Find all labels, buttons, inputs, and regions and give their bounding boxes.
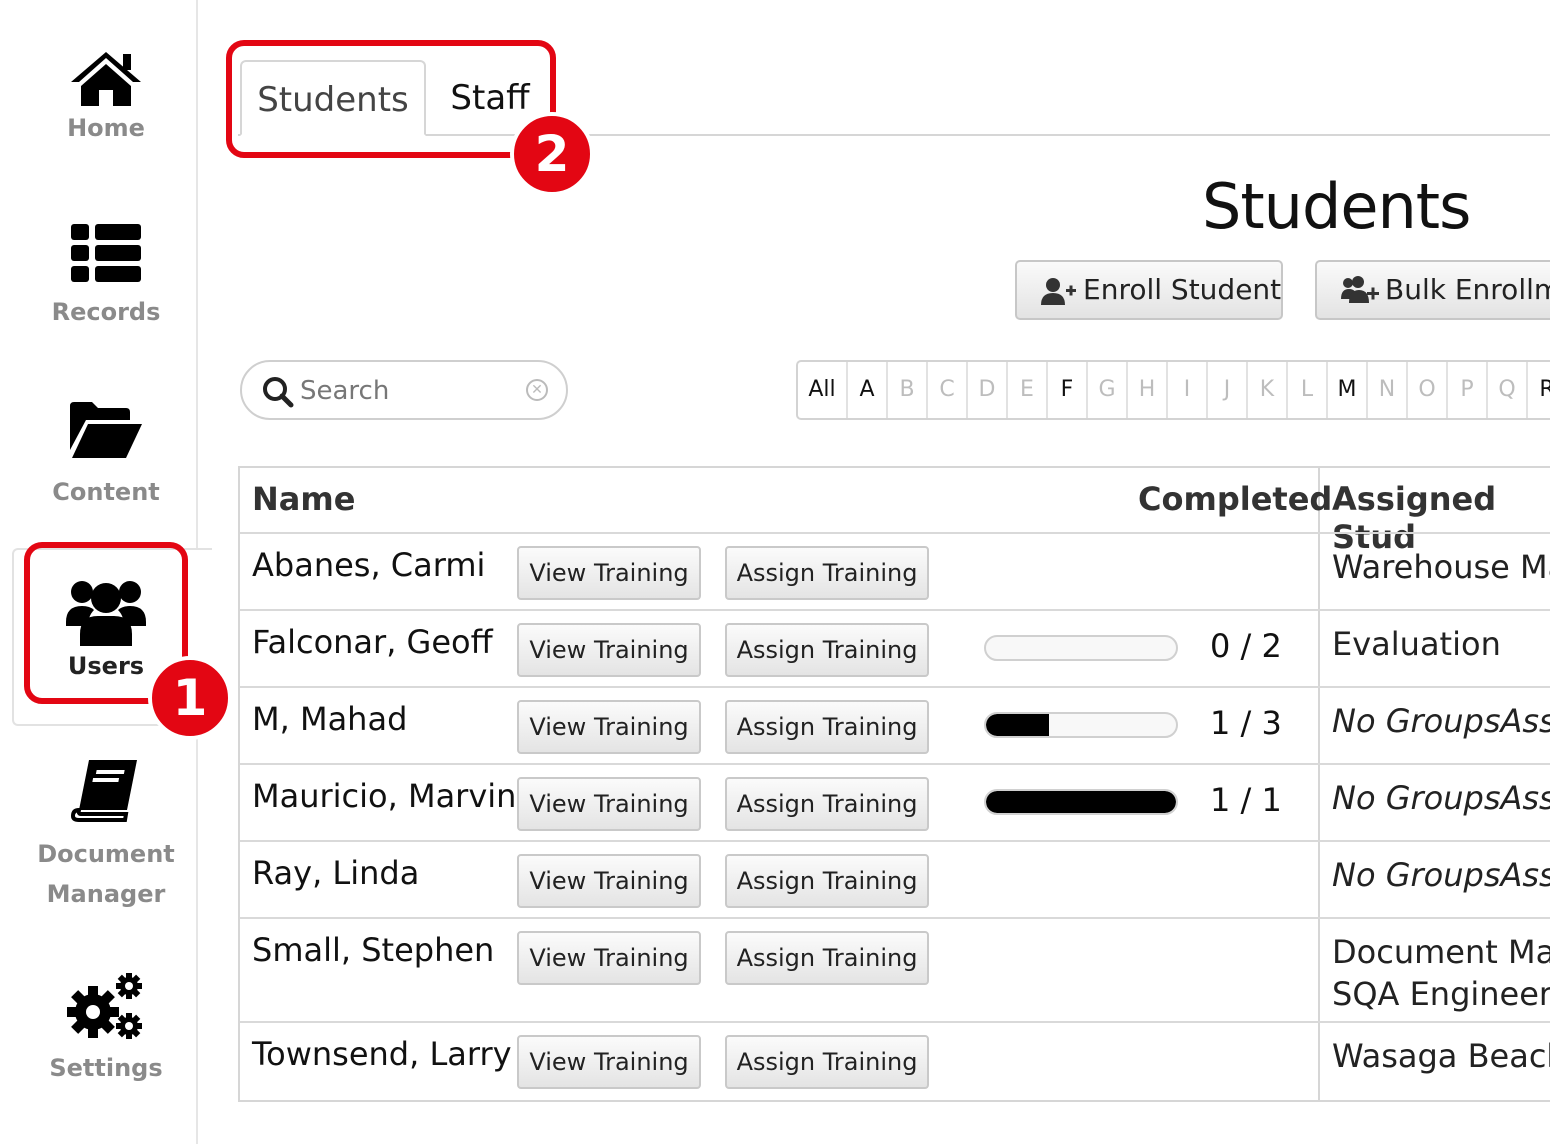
student-name: Ray, Linda [252,854,420,892]
sidebar-item-label: Records [51,298,161,326]
assigned-group: Document Mar [1332,933,1550,971]
student-name: M, Mahad [252,700,408,738]
sidebar-item-label: Settings [49,1054,163,1082]
enroll-student-button[interactable]: Enroll Student [1015,260,1283,320]
column-separator [1318,466,1320,1102]
alphabet-letter-i[interactable]: I [1168,362,1208,418]
callout-badge-1: 1 [148,656,232,740]
assigned-group: No GroupsAssig [1332,856,1550,894]
row-divider [240,840,1550,842]
progress-bar [984,789,1178,815]
alphabet-letter-p[interactable]: P [1448,362,1488,418]
alphabet-letter-m[interactable]: M [1328,362,1368,418]
progress-bar-fill [986,791,1176,813]
student-name: Townsend, Larry [252,1035,512,1073]
alphabet-letter-e[interactable]: E [1008,362,1048,418]
progress-bar [984,635,1178,661]
view-training-button[interactable]: View Training [517,777,701,831]
assign-training-button[interactable]: Assign Training [725,623,929,677]
sidebar-item-settings[interactable]: Settings [0,972,212,1088]
assign-training-button[interactable]: Assign Training [725,1035,929,1089]
assign-training-button[interactable]: Assign Training [725,854,929,908]
column-header-name[interactable]: Name [252,480,355,518]
alphabet-letter-j[interactable]: J [1208,362,1248,418]
search-icon [263,377,294,408]
assigned-group: No GroupsAssig [1332,779,1550,817]
sidebar-item-label: Home [67,114,145,142]
student-name: Small, Stephen [252,931,495,969]
column-header-completed[interactable]: Completed [1138,480,1332,518]
sidebar-item-document-manager[interactable]: Document Manager [0,758,212,914]
sidebar-item-label: Document Manager [37,840,175,908]
view-training-button[interactable]: View Training [517,700,701,754]
alphabet-letter-k[interactable]: K [1248,362,1288,418]
search-box: ✕ [240,360,568,420]
assign-training-button[interactable]: Assign Training [725,546,929,600]
view-training-button[interactable]: View Training [517,931,701,985]
completed-count: 1 / 1 [1210,781,1282,819]
progress-bar [984,712,1178,738]
alphabet-letter-l[interactable]: L [1288,362,1328,418]
student-name: Abanes, Carmi [252,546,486,584]
bulk-enrollment-label: Bulk Enrollm [1385,273,1550,306]
assigned-group: Evaluation [1332,625,1501,663]
alphabet-filter: All A B C D E F G H I J K L M N O P Q R [796,360,1550,420]
completed-count: 0 / 2 [1210,627,1282,665]
search-input[interactable] [300,372,520,410]
alphabet-letter-c[interactable]: C [928,362,968,418]
sidebar-item-records[interactable]: Records [0,222,212,332]
alphabet-letter-d[interactable]: D [968,362,1008,418]
view-training-button[interactable]: View Training [517,1035,701,1089]
callout-badge-2: 2 [510,112,594,196]
assigned-group: Warehouse Ma [1332,548,1550,586]
row-divider [240,1021,1550,1023]
completed-count: 1 / 3 [1210,704,1282,742]
alphabet-letter-o[interactable]: O [1408,362,1448,418]
sidebar-item-home[interactable]: Home [0,48,212,148]
alphabet-letter-g[interactable]: G [1088,362,1128,418]
list-icon [71,224,141,282]
clear-search-icon[interactable]: ✕ [526,379,548,401]
sidebar-item-label: Content [52,478,160,506]
row-divider [240,686,1550,688]
assign-training-button[interactable]: Assign Training [725,700,929,754]
view-training-button[interactable]: View Training [517,623,701,677]
bulk-enrollment-button[interactable]: Bulk Enrollm [1315,260,1550,320]
row-divider [240,609,1550,611]
assigned-group: No GroupsAssig [1332,702,1550,740]
student-name: Mauricio, Marvin [252,777,517,815]
progress-bar-fill [986,714,1050,736]
alphabet-letter-b[interactable]: B [888,362,928,418]
user-plus-icon [1041,278,1076,305]
assigned-group: Wasaga Beach [1332,1037,1550,1075]
sidebar-item-content[interactable]: Content [0,400,212,512]
book-icon [71,760,137,822]
column-header-assigned[interactable]: Assigned Stud [1332,480,1550,556]
folder-open-icon [70,402,142,458]
view-training-button[interactable]: View Training [517,854,701,908]
alphabet-letter-all[interactable]: All [798,362,848,418]
row-divider [240,763,1550,765]
alphabet-letter-r[interactable]: R [1528,362,1550,418]
row-divider [240,917,1550,919]
gears-icon [67,973,142,1039]
view-training-button[interactable]: View Training [517,546,701,600]
assign-training-button[interactable]: Assign Training [725,777,929,831]
users-plus-icon [1341,276,1379,303]
alphabet-letter-q[interactable]: Q [1488,362,1528,418]
home-icon [71,52,141,106]
assigned-group: SQA Engineer [1332,975,1550,1013]
alphabet-letter-a[interactable]: A [848,362,888,418]
student-name: Falconar, Geoff [252,623,493,661]
alphabet-letter-h[interactable]: H [1128,362,1168,418]
alphabet-letter-f[interactable]: F [1048,362,1088,418]
assign-training-button[interactable]: Assign Training [725,931,929,985]
header-divider [240,532,1550,534]
callout-box-tabs [226,40,556,158]
page-title: Students [1202,170,1471,243]
alphabet-letter-n[interactable]: N [1368,362,1408,418]
enroll-student-label: Enroll Student [1083,273,1282,306]
